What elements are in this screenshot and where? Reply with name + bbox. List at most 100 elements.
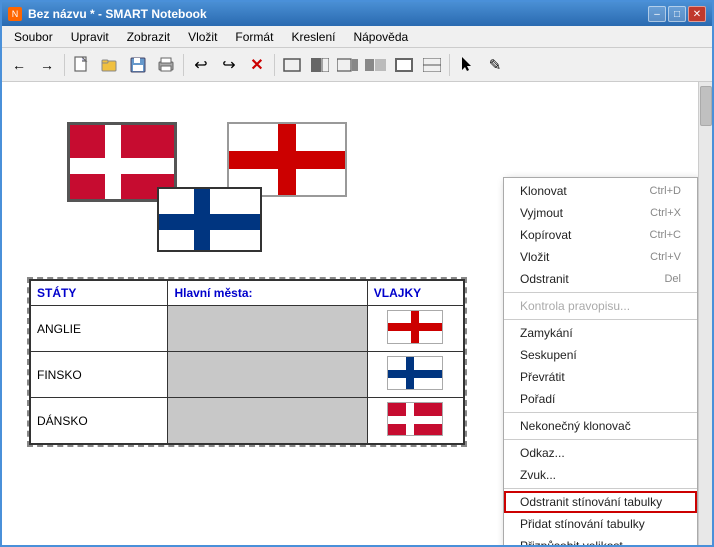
cm-sep-1 (504, 292, 697, 293)
toolbar-separator-4 (449, 54, 450, 76)
cm-seskupeni-label: Seskupení (520, 348, 577, 362)
cell-dansko-flag (367, 398, 463, 444)
close-button[interactable]: ✕ (688, 6, 706, 22)
cell-dansko: DÁNSKO (31, 398, 168, 444)
menu-bar: Soubor Upravit Zobrazit Vložit Formát Kr… (2, 26, 712, 48)
cm-kopirovat-shortcut: Ctrl+C (650, 229, 681, 241)
view-btn-6[interactable] (419, 52, 445, 78)
back-button[interactable]: ← (6, 52, 32, 78)
cm-vlozit-shortcut: Ctrl+V (650, 251, 681, 263)
pen-button[interactable]: ✎ (482, 52, 508, 78)
cm-prizpusobit[interactable]: Přizpůsobit velikost (504, 535, 697, 545)
cm-zvuk[interactable]: Zvuk... (504, 464, 697, 486)
mini-english-flag (387, 310, 443, 344)
view-btn-3[interactable] (335, 52, 361, 78)
menu-format[interactable]: Formát (227, 28, 281, 46)
mini-danish-flag (387, 402, 443, 436)
cm-odstranit-stiny[interactable]: Odstranit stínování tabulky (504, 491, 697, 513)
cell-anglie-capital (168, 306, 367, 352)
cm-sep-3 (504, 412, 697, 413)
cm-klonovat[interactable]: Klonovat Ctrl+D (504, 180, 697, 202)
scroll-thumb[interactable] (700, 86, 712, 126)
menu-napoveda[interactable]: Nápověda (345, 28, 416, 46)
cursor-button[interactable] (454, 52, 480, 78)
cm-nekonecny-label: Nekonečný klonovač (520, 419, 631, 433)
header-states: STÁTY (31, 281, 168, 306)
cm-odstranit-shortcut: Del (664, 273, 681, 285)
cm-kontrola: Kontrola pravopisu... (504, 295, 697, 317)
title-bar: N Bez názvu * - SMART Notebook – □ ✕ (2, 2, 712, 26)
cm-poradi-label: Pořadí (520, 392, 555, 406)
cm-vlozit[interactable]: Vložit Ctrl+V (504, 246, 697, 268)
title-bar-left: N Bez názvu * - SMART Notebook (8, 7, 207, 21)
minimize-button[interactable]: – (648, 6, 666, 22)
view-btn-1[interactable] (279, 52, 305, 78)
cm-pridat-stiny-label: Přidat stínování tabulky (520, 517, 645, 531)
save-button[interactable] (125, 52, 151, 78)
cm-klonovat-shortcut: Ctrl+D (650, 185, 681, 197)
cm-prevratit[interactable]: Převrátit (504, 366, 697, 388)
toolbar-separator-3 (274, 54, 275, 76)
menu-soubor[interactable]: Soubor (6, 28, 61, 46)
cm-seskupeni[interactable]: Seskupení (504, 344, 697, 366)
canvas-area[interactable]: STÁTY Hlavní města: VLAJKY ANGLIE (2, 82, 698, 545)
menu-zobrazit[interactable]: Zobrazit (119, 28, 178, 46)
window-title: Bez názvu * - SMART Notebook (28, 7, 207, 21)
redo-button[interactable]: ↪ (216, 52, 242, 78)
cm-klonovat-label: Klonovat (520, 184, 567, 198)
table-row: FINSKO (31, 352, 464, 398)
cm-sep-5 (504, 488, 697, 489)
open-button[interactable] (97, 52, 123, 78)
maximize-button[interactable]: □ (668, 6, 686, 22)
canvas-scrollbar[interactable] (698, 82, 712, 545)
cm-zamykani[interactable]: Zamykání (504, 322, 697, 344)
forward-button[interactable]: → (34, 52, 60, 78)
window-controls: – □ ✕ (648, 6, 706, 22)
cm-sep-2 (504, 319, 697, 320)
cm-zvuk-label: Zvuk... (520, 468, 556, 482)
finnish-flag-large (157, 187, 262, 252)
mini-finnish-flag (387, 356, 443, 390)
cm-nekonecny[interactable]: Nekonečný klonovač (504, 415, 697, 437)
header-capitals: Hlavní města: (168, 281, 367, 306)
cell-finsko-capital (168, 352, 367, 398)
cell-anglie-flag (367, 306, 463, 352)
view-btn-5[interactable] (391, 52, 417, 78)
menu-vlozit[interactable]: Vložit (180, 28, 225, 46)
toolbar-separator-1 (64, 54, 65, 76)
cm-odstranit-label: Odstranit (520, 272, 569, 286)
cm-odstranit[interactable]: Odstranit Del (504, 268, 697, 290)
cm-vyjmout-shortcut: Ctrl+X (650, 207, 681, 219)
new-page-button[interactable] (69, 52, 95, 78)
table-inner: STÁTY Hlavní města: VLAJKY ANGLIE (29, 279, 465, 445)
cm-pridat-stiny[interactable]: Přidat stínování tabulky (504, 513, 697, 535)
view-btn-4[interactable] (363, 52, 389, 78)
app-window: N Bez názvu * - SMART Notebook – □ ✕ Sou… (0, 0, 714, 547)
cm-sep-4 (504, 439, 697, 440)
cm-kontrola-label: Kontrola pravopisu... (520, 299, 630, 313)
menu-kresleni[interactable]: Kreslení (283, 28, 343, 46)
cm-zamykani-label: Zamykání (520, 326, 573, 340)
cm-vlozit-label: Vložit (520, 250, 549, 264)
delete-button[interactable]: ✕ (244, 52, 270, 78)
cm-kopirovat-label: Kopírovat (520, 228, 571, 242)
cm-prizpusobit-label: Přizpůsobit velikost (520, 539, 623, 545)
table-header-row: STÁTY Hlavní města: VLAJKY (31, 281, 464, 306)
cm-odstranit-stiny-label: Odstranit stínování tabulky (520, 495, 662, 509)
menu-upravit[interactable]: Upravit (63, 28, 117, 46)
cell-anglie: ANGLIE (31, 306, 168, 352)
canvas-table[interactable]: STÁTY Hlavní města: VLAJKY ANGLIE (27, 277, 467, 447)
cell-dansko-capital (168, 398, 367, 444)
cm-vyjmout[interactable]: Vyjmout Ctrl+X (504, 202, 697, 224)
cm-vyjmout-label: Vyjmout (520, 206, 563, 220)
cm-odkaz[interactable]: Odkaz... (504, 442, 697, 464)
view-btn-2[interactable] (307, 52, 333, 78)
cm-poradi[interactable]: Pořadí (504, 388, 697, 410)
print-button[interactable] (153, 52, 179, 78)
cell-finsko-flag (367, 352, 463, 398)
english-flag-large (227, 122, 347, 197)
undo-button[interactable]: ↩ (188, 52, 214, 78)
toolbar: ← → ↩ ↪ ✕ (2, 48, 712, 82)
app-icon: N (8, 7, 22, 21)
cm-kopirovat[interactable]: Kopírovat Ctrl+C (504, 224, 697, 246)
